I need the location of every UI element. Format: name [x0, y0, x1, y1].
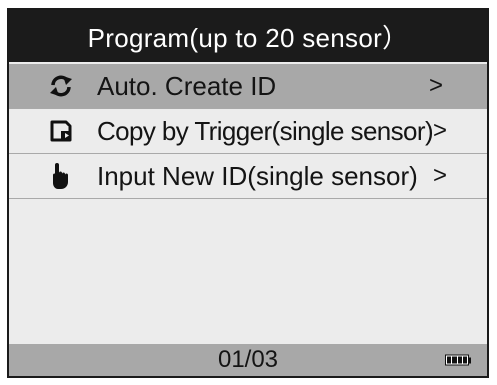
battery-icon	[445, 354, 473, 367]
menu-item-copy-by-trigger[interactable]: Copy by Trigger(single sensor) >	[9, 109, 487, 154]
menu-item-label: Auto. Create ID	[97, 70, 277, 101]
status-bar: 01/03	[9, 344, 487, 376]
menu-item-label: Copy by Trigger(single sensor)	[97, 115, 434, 146]
menu-item-input-new-id[interactable]: Input New ID(single sensor) >	[9, 154, 487, 199]
chevron-right-icon: >	[428, 72, 443, 99]
chevron-right-icon: >	[432, 117, 447, 144]
menu-item-label: Input New ID(single sensor)	[97, 160, 418, 191]
device-screen: Program(up to 20 sensor） Auto. Create ID…	[7, 8, 489, 378]
copy-trigger-icon	[47, 117, 75, 145]
program-menu: Auto. Create ID > Copy by Trigger(single…	[9, 64, 487, 199]
page-title: Program(up to 20 sensor）	[87, 22, 409, 53]
menu-item-auto-create-id[interactable]: Auto. Create ID >	[9, 64, 487, 109]
page-indicator: 01/03	[217, 346, 279, 373]
pointing-hand-icon	[47, 162, 75, 190]
title-bar: Program(up to 20 sensor）	[9, 10, 487, 62]
chevron-right-icon: >	[432, 162, 447, 189]
refresh-arrows-icon	[47, 72, 75, 100]
